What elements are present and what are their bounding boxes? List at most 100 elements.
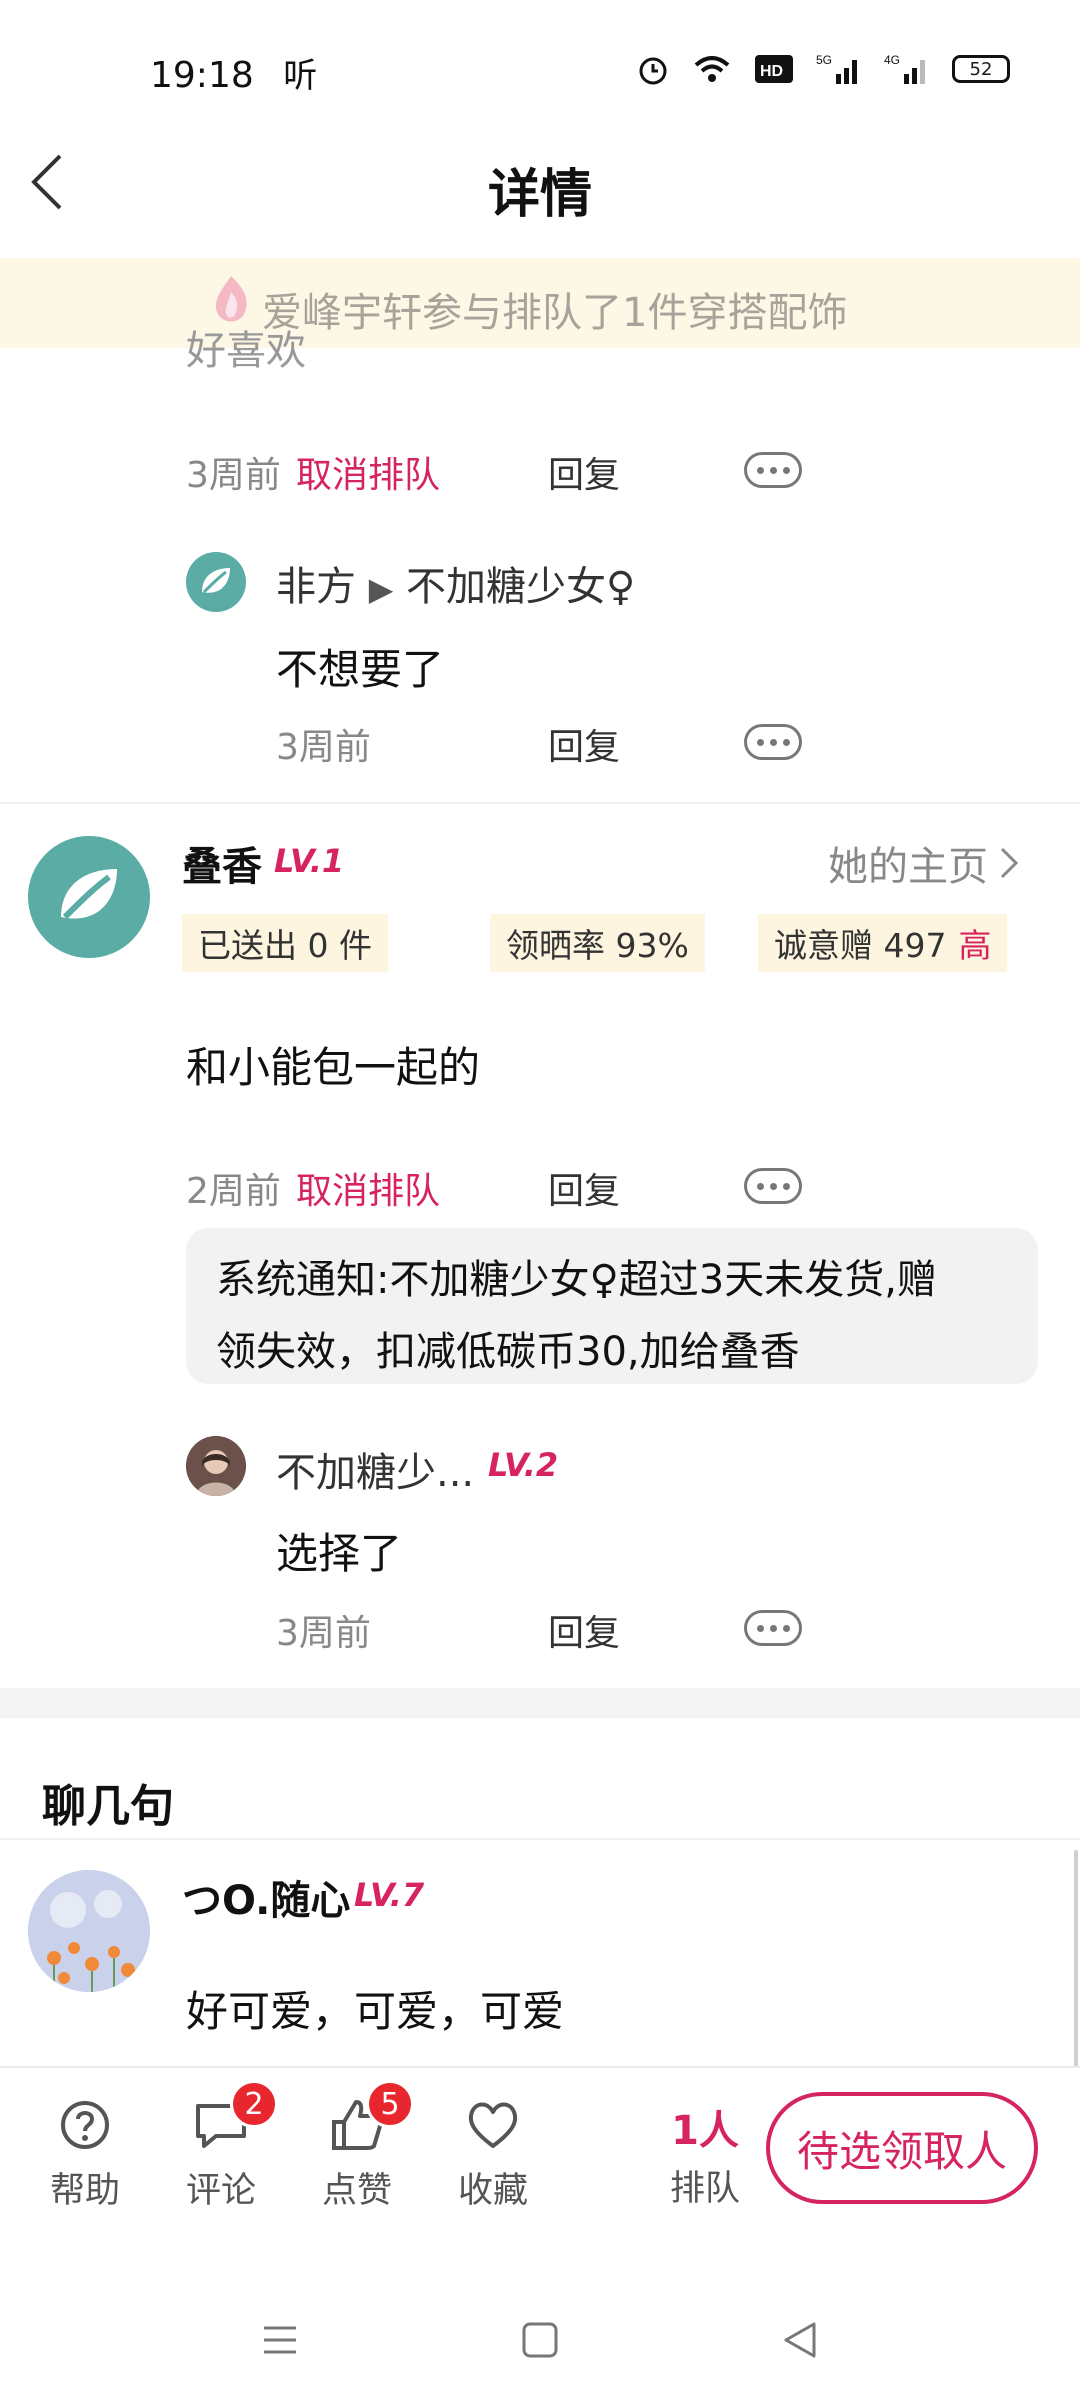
profile-link-label: 她的主页: [828, 844, 988, 890]
reply-from-user[interactable]: 非方: [276, 564, 356, 610]
like-tab[interactable]: 5 点赞: [302, 2080, 414, 2213]
sent-count-chip: 已送出 0 件: [182, 914, 388, 972]
cancel-queue-button[interactable]: 取消排队: [296, 446, 440, 498]
dot-icon: [756, 1182, 764, 1190]
leaf-icon: [61, 869, 117, 920]
level-badge: LV.7: [354, 1876, 425, 1914]
divider: [0, 1838, 1080, 1840]
system-notice: 系统通知:不加糖少女♀超过3天未发货,赠 领失效，扣减低碳币30,加给叠香: [186, 1228, 1038, 1384]
reply-button[interactable]: 回复: [548, 1604, 620, 1656]
more-button[interactable]: [744, 724, 802, 760]
reply-button[interactable]: 回复: [548, 446, 620, 498]
sincerity-value: 诚意赠 497: [774, 926, 947, 965]
alarm-icon: [639, 57, 667, 85]
dot-icon: [769, 1182, 777, 1190]
dot-icon: [782, 466, 790, 474]
comment-label: 评论: [185, 2171, 256, 2211]
dot-icon: [782, 1624, 790, 1632]
divider: [0, 802, 1080, 804]
svg-text:HD: HD: [760, 63, 783, 80]
back-nav-button[interactable]: [770, 2310, 830, 2370]
profile-link[interactable]: 她的主页: [828, 834, 1020, 892]
thumbs-up-icon: 5: [328, 2080, 414, 2154]
signal-5g-icon: 5G: [816, 53, 857, 84]
comment-tab[interactable]: 2 评论: [166, 2080, 278, 2213]
square-icon: [522, 2322, 558, 2358]
battery-level: 52: [969, 58, 993, 80]
comment-time: 2周前: [186, 1171, 281, 1212]
avatar[interactable]: [186, 552, 246, 612]
heart-icon: [464, 2096, 522, 2154]
status-icons: HD 5G 4G 52: [636, 52, 1010, 86]
leaf-icon: [202, 568, 230, 594]
commenter-name[interactable]: 叠香: [182, 834, 262, 892]
dot-icon: [756, 738, 764, 746]
dot-icon: [769, 738, 777, 746]
wifi-icon: [694, 56, 730, 82]
sincerity-level: 高: [958, 926, 992, 965]
menu-nav-button[interactable]: [250, 2310, 310, 2370]
pick-recipient-button[interactable]: 待选领取人: [766, 2092, 1038, 2204]
reply-button[interactable]: 回复: [548, 1162, 620, 1214]
hd-icon: HD: [755, 55, 793, 83]
favorite-tab[interactable]: 收藏: [438, 2096, 548, 2213]
listen-icon: 听: [283, 56, 318, 96]
flower-photo-icon: [28, 1870, 150, 1992]
svg-text:5G: 5G: [816, 53, 832, 67]
user-photo-icon: [186, 1436, 246, 1496]
section-divider: [0, 1688, 1080, 1718]
avatar[interactable]: [28, 1870, 150, 1992]
reply-time: 3周前: [276, 727, 371, 768]
system-notice-line: 系统通知:不加糖少女♀超过3天未发货,赠: [216, 1257, 937, 1303]
dot-icon: [782, 1182, 790, 1190]
cancel-queue-button[interactable]: 取消排队: [296, 1162, 440, 1214]
reply-button[interactable]: 回复: [548, 718, 620, 770]
triangle-back-icon: [784, 2322, 816, 2358]
more-button[interactable]: [744, 1610, 802, 1646]
commenter-name[interactable]: つO.随心: [182, 1868, 350, 1926]
section-title: 聊几句: [42, 1781, 174, 1832]
reply-arrow-icon: ▶: [368, 570, 394, 608]
comment-text: 和小能包一起的: [186, 1043, 481, 1092]
dot-icon: [769, 466, 777, 474]
comment-icon: 2: [192, 2080, 278, 2154]
reply-text: 选择了: [276, 1529, 403, 1578]
comment-badge: 2: [230, 2080, 278, 2128]
dot-icon: [782, 738, 790, 746]
dot-icon: [769, 1624, 777, 1632]
reply-username[interactable]: 不加糖少...: [276, 1440, 474, 1498]
reply-username-line: 非方 ▶ 不加糖少女♀: [276, 554, 635, 612]
help-icon: [56, 2096, 114, 2154]
battery-icon: 52: [952, 55, 1010, 83]
page-title: 详情: [487, 165, 592, 225]
help-label: 帮助: [49, 2171, 120, 2211]
banner-text: 爱峰宇轩参与排队了1件穿搭配饰: [262, 290, 848, 336]
system-notice-line: 领失效，扣减低碳币30,加给叠香: [216, 1329, 800, 1375]
review-rate-chip: 领晒率 93%: [490, 914, 705, 972]
signal-4g-icon: 4G: [884, 53, 925, 84]
level-badge: LV.2: [488, 1446, 559, 1484]
reply-text: 不想要了: [276, 645, 445, 694]
reply-to-user[interactable]: 不加糖少女♀: [406, 564, 635, 610]
status-time: 19:18 听: [150, 48, 317, 97]
comment-time: 3周前: [186, 455, 281, 496]
chevron-right-icon: [1000, 847, 1019, 879]
sincerity-chip: 诚意赠 497 高: [758, 914, 1008, 972]
like-label: 点赞: [321, 2171, 392, 2211]
avatar[interactable]: [28, 836, 150, 958]
like-badge: 5: [366, 2080, 414, 2128]
help-tab[interactable]: 帮助: [30, 2096, 140, 2213]
flame-icon: [206, 272, 256, 328]
svg-text:4G: 4G: [884, 53, 900, 67]
queue-count[interactable]: 1人: [640, 2098, 770, 2156]
more-button[interactable]: [744, 452, 802, 488]
dot-icon: [756, 466, 764, 474]
comment-text: 好可爱，可爱，可爱: [186, 1987, 565, 2036]
queue-label[interactable]: 排队: [640, 2160, 770, 2211]
avatar[interactable]: [186, 1436, 246, 1496]
home-nav-button[interactable]: [510, 2310, 570, 2370]
clock-text: 19:18: [150, 55, 254, 96]
reply-time: 3周前: [276, 1613, 371, 1654]
more-button[interactable]: [744, 1168, 802, 1204]
dot-icon: [756, 1624, 764, 1632]
